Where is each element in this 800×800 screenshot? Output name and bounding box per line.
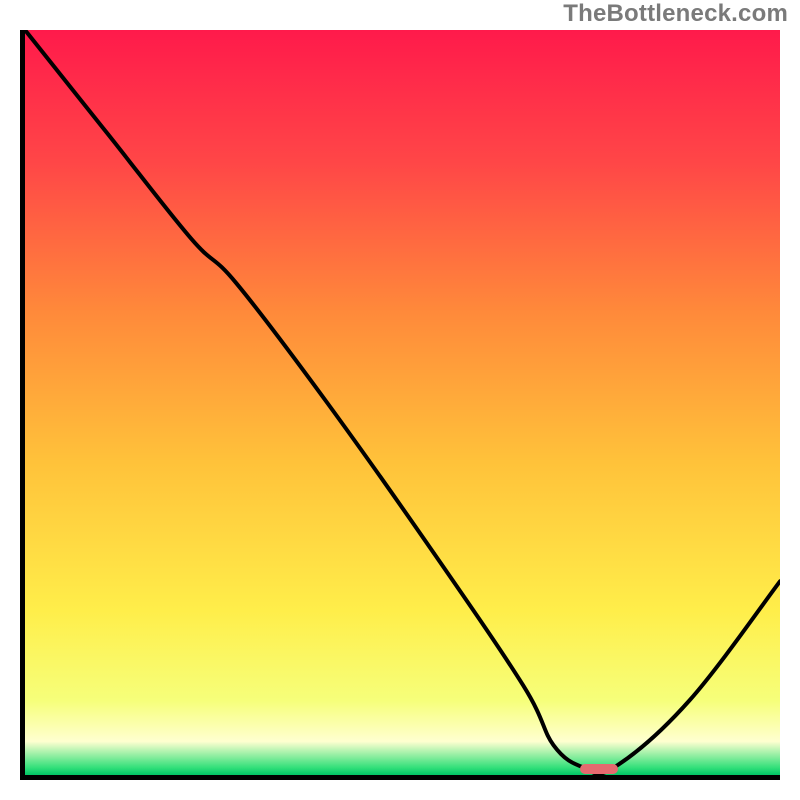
plot-area — [20, 30, 780, 780]
chart-container: TheBottleneck.com — [0, 0, 800, 800]
watermark-text: TheBottleneck.com — [563, 0, 788, 28]
bottleneck-curve — [25, 30, 780, 775]
optimal-range-marker — [580, 764, 618, 774]
